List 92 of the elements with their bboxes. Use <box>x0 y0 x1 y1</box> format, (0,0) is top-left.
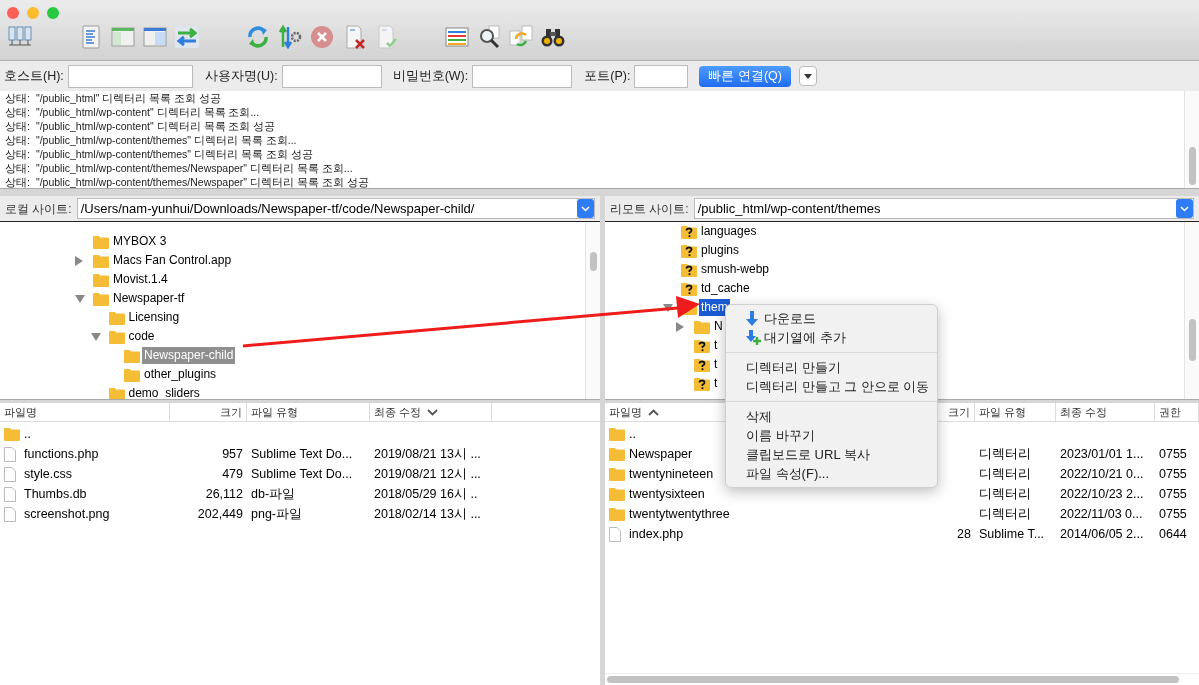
tree-item[interactable]: td_cache <box>699 280 752 297</box>
field-label: 호스트(H): <box>4 67 64 85</box>
log-status-label: 상태: <box>5 91 30 107</box>
log-message: "/public_html/wp-content/themes" 디렉터리 목록 조회 성공 <box>35 147 313 163</box>
column-header[interactable]: 파일명 <box>0 403 170 421</box>
file-cell-text: screenshot.png <box>24 505 110 523</box>
menu-item[interactable]: 디렉터리 만들기 <box>726 358 937 377</box>
file-cell-text: png-파일 <box>251 505 303 523</box>
file-cell-text: 2014/06/05 2... <box>1060 525 1144 543</box>
menu-item[interactable]: 삭제 <box>726 407 937 426</box>
path-dropdown[interactable]: /public_html/wp-content/themes <box>693 198 1194 219</box>
file-cell-text: twentynineteen <box>629 465 714 483</box>
file-cell-text: db-파일 <box>251 485 296 503</box>
file-cell-text: Sublime Text Do... <box>251 445 353 463</box>
file-cell-text: 디렉터리 <box>979 445 1031 463</box>
file-cell-text: 0755 <box>1159 465 1187 483</box>
log-status-label: 상태: <box>5 133 30 149</box>
menu-item[interactable]: 디렉터리 만들고 그 안으로 이동 <box>726 377 937 396</box>
column-header[interactable]: 최종 수정 <box>370 403 492 421</box>
path-dropdown[interactable]: /Users/nam-yunhui/Downloads/Newspaper-tf/code/Newspaper-child/ <box>76 198 595 219</box>
file-cell-text: 2018/02/14 13시 ... <box>374 505 481 523</box>
file-cell-text: twentytwentythree <box>629 505 730 523</box>
column-header[interactable]: 파일 유형 <box>975 403 1056 421</box>
file-cell-text: 479 <box>222 465 243 483</box>
quick-connect-button[interactable]: 빠른 연결(Q) <box>699 65 791 87</box>
file-cell-text: Newspaper <box>629 445 693 463</box>
tree-item[interactable]: Licensing <box>126 309 182 326</box>
log-status-label: 상태: <box>5 147 30 163</box>
tree-item[interactable]: Movist.1.4 <box>111 271 170 288</box>
tree-item[interactable]: languages <box>699 223 759 240</box>
file-cell-text: 2018/05/29 16시 .. <box>374 485 478 503</box>
file-cell-text: 디렉터리 <box>979 485 1031 503</box>
menu-item[interactable]: 파일 속성(F)... <box>726 464 937 483</box>
tree-item[interactable]: them <box>699 299 730 316</box>
file-cell-text: index.php <box>629 525 684 543</box>
file-cell-text: 28 <box>957 525 971 543</box>
site-label: 리모트 사이트: <box>610 200 689 218</box>
column-header[interactable]: 파일 유형 <box>247 403 370 421</box>
file-cell-text: Sublime Text Do... <box>251 465 353 483</box>
file-cell-text: 957 <box>222 445 243 463</box>
file-cell-text: Thumbs.db <box>24 485 87 503</box>
file-cell-text: 202,449 <box>197 505 243 523</box>
file-cell-text: 디렉터리 <box>979 505 1031 523</box>
field-label: 포트(P): <box>584 67 631 85</box>
file-cell-text: 디렉터리 <box>979 465 1031 483</box>
tree-item[interactable]: MYBOX 3 <box>111 233 169 250</box>
file-cell-text: 2022/11/03 0... <box>1060 505 1143 523</box>
field-label: 비밀번호(W): <box>392 67 469 85</box>
field-label: 사용자명(U): <box>204 67 278 85</box>
file-cell-text: 2022/10/21 0... <box>1060 465 1144 483</box>
file-cell-text: 26,112 <box>205 485 243 503</box>
log-message: "/public_html/wp-content/themes/Newspaper" 디렉터리 목록 조회... <box>35 161 353 177</box>
file-cell-text: Sublime T... <box>979 525 1045 543</box>
tree-item[interactable]: other_plugins <box>142 366 219 383</box>
log-message: "/public_html/wp-content" 디렉터리 목록 조회... <box>35 105 260 121</box>
site-label: 로컬 사이트: <box>5 200 72 218</box>
file-cell-text: 0755 <box>1159 505 1187 523</box>
tree-item[interactable]: t <box>712 375 720 392</box>
log-status-label: 상태: <box>5 175 30 188</box>
tree-item[interactable]: smush-webp <box>699 261 772 278</box>
tree-item[interactable]: code <box>126 328 157 345</box>
file-cell-text: 0644 <box>1159 525 1187 543</box>
file-cell-text: style.css <box>24 465 72 483</box>
menu-item[interactable]: 클립보드로 URL 복사 <box>726 445 937 464</box>
file-cell-text: .. <box>629 425 636 443</box>
log-message: "/public_html/wp-content" 디렉터리 목록 조회 성공 <box>35 119 276 135</box>
tree-item[interactable]: N <box>712 318 725 335</box>
log-message: "/public_html/wp-content/themes" 디렉터리 목록 조회... <box>35 133 297 149</box>
file-cell-text: functions.php <box>24 445 99 463</box>
file-cell-text: 2019/08/21 12시 ... <box>374 465 481 483</box>
file-cell-text: .. <box>24 425 31 443</box>
log-status-label: 상태: <box>5 161 30 177</box>
file-cell-text: 2019/08/21 13시 ... <box>374 445 481 463</box>
log-status-label: 상태: <box>5 105 30 121</box>
tree-item[interactable]: t <box>712 337 720 354</box>
tree-item[interactable]: Newspaper-tf <box>111 290 187 307</box>
tree-item[interactable]: t <box>712 356 720 373</box>
file-cell-text: 0755 <box>1159 445 1187 463</box>
column-header[interactable]: 최종 수정 <box>1056 403 1155 421</box>
log-status-label: 상태: <box>5 119 30 135</box>
log-message: "/public_html" 디렉터리 목록 조회 성공 <box>35 91 222 107</box>
menu-item[interactable]: 이름 바꾸기 <box>726 426 937 445</box>
log-message: "/public_html/wp-content/themes/Newspaper" 디렉터리 목록 조회 성공 <box>35 175 369 188</box>
file-cell-text: 2023/01/01 1... <box>1060 445 1144 463</box>
tree-item[interactable]: plugins <box>699 242 742 259</box>
column-header[interactable]: 크기 <box>170 403 247 421</box>
column-header[interactable]: 권한 <box>1155 403 1199 421</box>
tree-item[interactable]: Macs Fan Control.app <box>111 252 234 269</box>
file-cell-text: twentysixteen <box>629 485 705 503</box>
menu-item[interactable]: 대기열에 추가 <box>726 328 937 347</box>
file-cell-text: 2022/10/23 2... <box>1060 485 1144 503</box>
file-cell-text: 0755 <box>1159 485 1187 503</box>
